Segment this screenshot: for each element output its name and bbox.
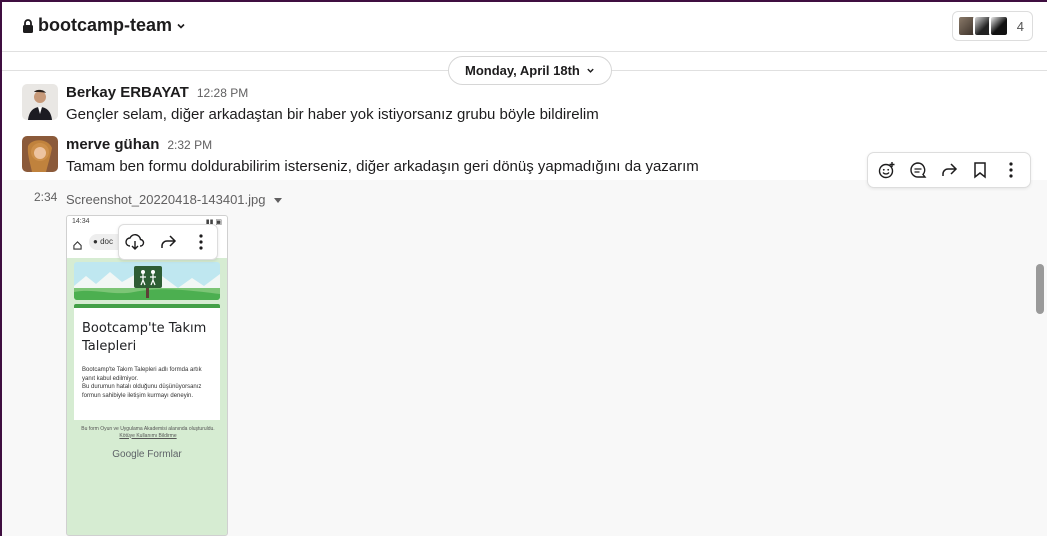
more-icon[interactable]: [187, 228, 215, 256]
channel-header: bootcamp-team 4: [2, 2, 1047, 52]
scrollbar-thumb[interactable]: [1036, 264, 1044, 314]
form-header-banner: [74, 262, 220, 300]
phone-lock-icon: ●: [93, 237, 101, 246]
form-footer-link: Kötüye Kullanımı Bildirme: [119, 432, 177, 439]
author-name[interactable]: Berkay ERBAYAT: [66, 84, 189, 101]
message-text: Tamam ben formu doldurabilirim isterseni…: [66, 158, 699, 175]
member-count: 4: [1016, 18, 1024, 34]
form-desc-line: Bu durumun hatalı olduğunu düşünüyorsanı…: [82, 384, 202, 399]
channel-name-button[interactable]: bootcamp-team: [22, 15, 186, 36]
lock-icon: [22, 18, 34, 33]
timestamp[interactable]: 2:34: [34, 190, 57, 204]
chevron-down-icon: [586, 63, 595, 78]
date-label: Monday, April 18th: [465, 63, 580, 78]
message-text: Gençler selam, diğer arkadaştan bir habe…: [66, 106, 599, 123]
phone-url-text: doc: [100, 237, 113, 246]
timestamp[interactable]: 12:28 PM: [197, 86, 248, 100]
avatar[interactable]: [22, 136, 58, 172]
phone-status-time: 14:34: [72, 218, 90, 225]
date-divider-button[interactable]: Monday, April 18th: [448, 56, 612, 85]
image-attachment-preview[interactable]: 14:34 ▮▮ ▣ ● doc Bootcamp'te Takım Talep…: [66, 215, 228, 536]
image-actions-toolbar: [118, 224, 218, 260]
download-icon[interactable]: [121, 228, 149, 256]
share-icon[interactable]: [154, 228, 182, 256]
reply-thread-icon[interactable]: [904, 156, 932, 184]
message-actions-toolbar: [867, 152, 1031, 188]
avatar[interactable]: [22, 84, 58, 120]
form-card: Bootcamp'te Takım Talepleri Bootcamp'te …: [74, 308, 220, 420]
bookmark-icon[interactable]: [966, 156, 994, 184]
form-desc-line: Bootcamp'te Takım Talepleri adlı formda …: [82, 367, 202, 382]
more-icon[interactable]: [997, 156, 1025, 184]
share-icon[interactable]: [935, 156, 963, 184]
member-avatar: [988, 15, 1009, 37]
caret-down-icon[interactable]: [273, 192, 282, 207]
file-name-text: Screenshot_20220418-143401.jpg: [66, 192, 266, 207]
author-name[interactable]: merve gühan: [66, 136, 159, 153]
add-reaction-icon[interactable]: [873, 156, 901, 184]
attachment-file-name[interactable]: Screenshot_20220418-143401.jpg: [66, 192, 282, 207]
form-title: Bootcamp'te Takım Talepleri: [82, 321, 207, 354]
form-footer-text: Bu form Oyun ve Uygulama Akademisi alanı…: [81, 426, 215, 432]
channel-name: bootcamp-team: [38, 15, 173, 35]
timestamp[interactable]: 2:32 PM: [167, 138, 212, 152]
forms-logo-text: Formlar: [147, 449, 182, 460]
members-button[interactable]: 4: [951, 11, 1033, 41]
google-logo-text: Google: [112, 449, 145, 460]
form-description: Bootcamp'te Takım Talepleri adlı formda …: [82, 366, 212, 400]
google-forms-logo: Google Formlar: [67, 449, 227, 460]
form-footer: Bu form Oyun ve Uygulama Akademisi alanı…: [73, 426, 223, 439]
home-icon: [73, 237, 82, 255]
chevron-down-icon: [176, 21, 186, 31]
